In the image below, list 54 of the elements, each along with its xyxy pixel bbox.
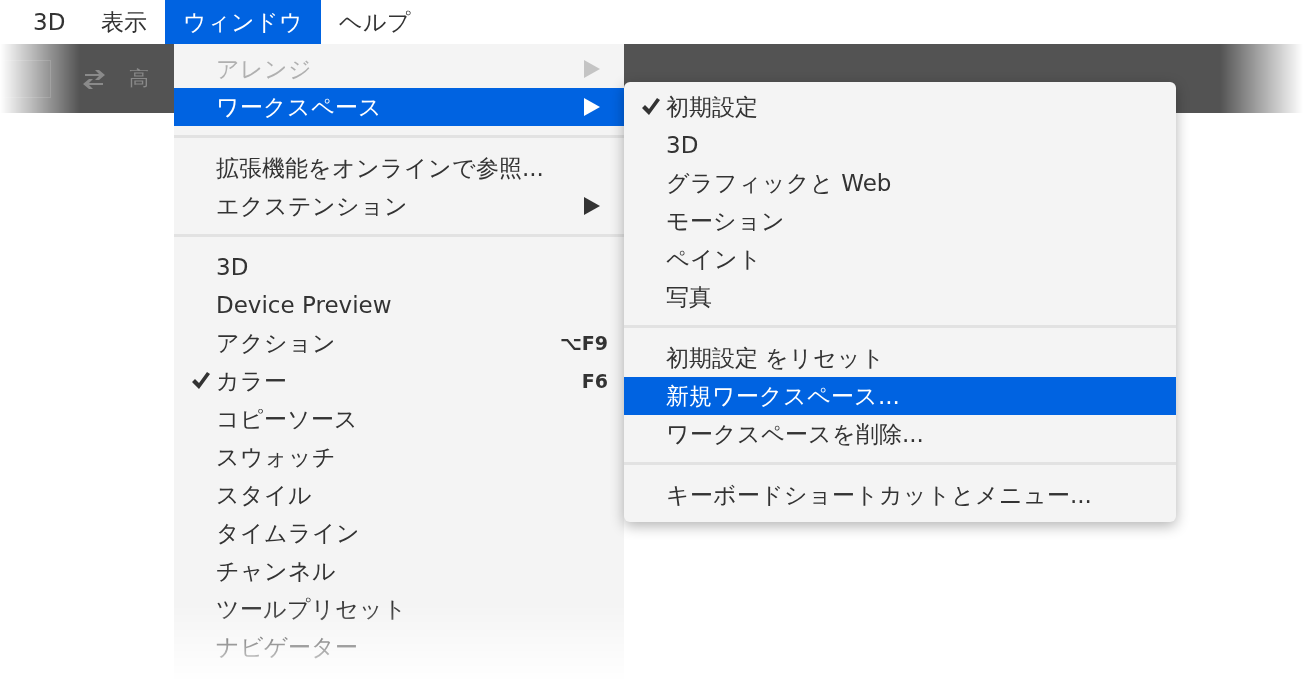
menu-bar-item[interactable]: ヘルプ — [321, 0, 430, 44]
menu-item-label: ナビゲーター — [216, 632, 358, 662]
menu-item[interactable]: グラフィックと Web — [624, 164, 1176, 202]
menu-item-label: 3D — [216, 254, 249, 280]
menu-item-label: 拡張機能をオンラインで参照... — [216, 153, 544, 183]
menu-item-label: コピーソース — [216, 404, 358, 434]
menu-item-label: 写真 — [666, 282, 712, 312]
menu-item-label: グラフィックと Web — [666, 168, 892, 198]
shortcut-label: ⌥F9 — [559, 332, 608, 354]
menu-item-label: 新規ワークスペース... — [666, 381, 900, 411]
menu-item-label: アレンジ — [216, 54, 312, 84]
menu-item-label: ツールプリセット — [216, 594, 407, 624]
menu-item[interactable]: ペイント — [624, 240, 1176, 278]
menu-item-label: ワークスペース — [216, 92, 382, 122]
menu-item-label: カラー — [216, 366, 287, 396]
menu-item-label: チャンネル — [216, 556, 336, 586]
menu-item[interactable]: モーション — [624, 202, 1176, 240]
menu-item-label: ワークスペースを削除... — [666, 419, 924, 449]
menu-item[interactable]: スウォッチ — [174, 438, 624, 476]
menu-item[interactable]: カラー F6 — [174, 362, 624, 400]
menu-item[interactable]: アクション ⌥F9 — [174, 324, 624, 362]
menu-item-label: 3D — [666, 132, 699, 158]
menu-item-label: タイムライン — [216, 518, 360, 548]
menu-item[interactable]: ワークスペース — [174, 88, 624, 126]
menu-item[interactable]: 3D — [624, 126, 1176, 164]
menu-item-label: 初期設定 — [666, 92, 758, 122]
menu-item-label: スウォッチ — [216, 442, 336, 472]
menu-item-label: キーボードショートカットとメニュー... — [666, 480, 1092, 510]
menu-bar-item[interactable]: 3D — [15, 0, 84, 44]
menu-item[interactable]: 写真 — [624, 278, 1176, 316]
menu-item-label: エクステンション — [216, 191, 408, 221]
shortcut-label: F6 — [581, 370, 608, 392]
menu-item[interactable]: 新規ワークスペース... — [624, 377, 1176, 415]
menu-item[interactable]: ワークスペースを削除... — [624, 415, 1176, 453]
menu-item[interactable]: ツールプリセット — [174, 590, 624, 628]
menu-item[interactable]: 3D — [174, 248, 624, 286]
menu-item-label: ペイント — [666, 244, 762, 274]
menu-item[interactable]: キーボードショートカットとメニュー... — [624, 476, 1176, 514]
menu-item-label: 初期設定 をリセット — [666, 343, 886, 373]
menu-item[interactable]: タイムライン — [174, 514, 624, 552]
menu-item[interactable]: 初期設定 — [624, 88, 1176, 126]
menu-item-label: Device Preview — [216, 292, 392, 318]
menu-item[interactable]: チャンネル — [174, 552, 624, 590]
menu-bar-item[interactable]: ウィンドウ — [165, 0, 322, 44]
menu-item[interactable]: 拡張機能をオンラインで参照... — [174, 149, 624, 187]
menu-item[interactable]: スタイル — [174, 476, 624, 514]
menu-item-label: スタイル — [216, 480, 312, 510]
menu-item[interactable]: Device Preview — [174, 286, 624, 324]
menu-item-label: モーション — [666, 206, 785, 236]
menu-item[interactable]: エクステンション — [174, 187, 624, 225]
menu-item-label: アクション — [216, 328, 336, 358]
menu-item[interactable]: コピーソース — [174, 400, 624, 438]
menu-item[interactable]: 初期設定 をリセット — [624, 339, 1176, 377]
menu-bar-item[interactable]: 表示 — [83, 0, 166, 44]
